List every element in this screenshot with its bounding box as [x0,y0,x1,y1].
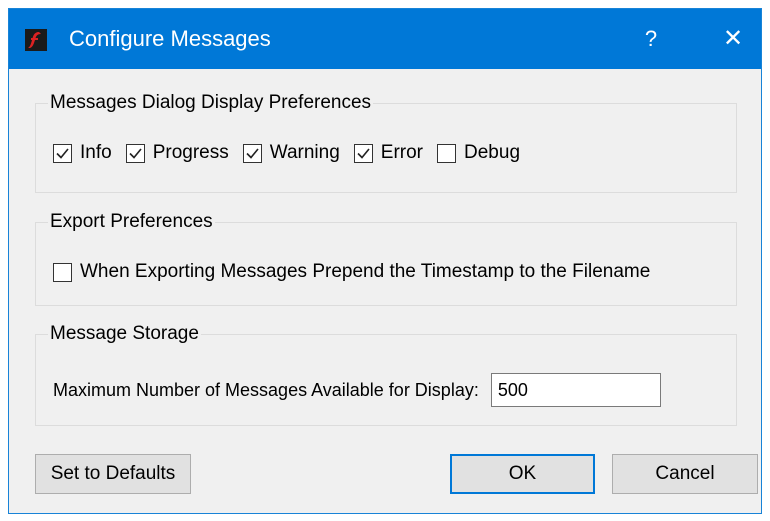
checkbox-label: Warning [269,142,340,163]
display-preferences-title: Messages Dialog Display Preferences [48,91,374,115]
prepend-timestamp-label: When Exporting Messages Prepend the Time… [80,261,651,282]
prepend-timestamp-checkbox[interactable]: When Exporting Messages Prepend the Time… [53,261,650,283]
checkmark-icon[interactable] [53,143,72,163]
checkbox-debug[interactable]: Debug [437,142,520,164]
checkmark-icon[interactable] [353,143,373,163]
message-storage-group: Message Storage Maximum Number of Messag… [35,322,737,426]
checkbox-error[interactable]: Error [353,142,424,164]
max-messages-label: Maximum Number of Messages Available for… [53,379,479,400]
max-messages-row: Maximum Number of Messages Available for… [53,373,661,407]
title-bar: Configure Messages ? ✕ [9,9,761,69]
close-button[interactable]: ✕ [703,9,763,69]
configure-messages-dialog: Configure Messages ? ✕ Messages Dialog D… [8,8,762,514]
help-button[interactable]: ? [621,9,681,69]
set-to-defaults-button[interactable]: Set to Defaults [35,454,191,494]
checkbox-info[interactable]: Info [53,142,112,164]
checkbox-label: Info [80,142,112,163]
export-preferences-group: Export Preferences When Exporting Messag… [35,210,737,306]
message-storage-title: Message Storage [48,322,201,346]
checkbox-label: Progress [152,142,229,163]
app-icon [25,29,47,51]
checkbox-icon[interactable] [53,262,72,282]
cancel-button[interactable]: Cancel [612,454,758,494]
checkbox-label: Error [380,142,424,163]
checkmark-icon[interactable] [125,143,145,163]
checkbox-progress[interactable]: Progress [125,142,229,164]
checkbox-label: Debug [464,142,521,163]
checkmark-icon[interactable] [242,143,262,163]
checkbox-icon[interactable] [437,143,457,163]
display-options-row: Info Progress Warning Error Debug [53,142,534,164]
window-title: Configure Messages [69,26,271,51]
display-preferences-group: Messages Dialog Display Preferences Info… [35,91,737,193]
ok-button[interactable]: OK [450,454,595,494]
max-messages-input[interactable]: 500 [490,373,661,407]
checkbox-warning[interactable]: Warning [242,142,340,164]
export-options-row: When Exporting Messages Prepend the Time… [53,261,664,283]
export-preferences-title: Export Preferences [48,210,215,234]
